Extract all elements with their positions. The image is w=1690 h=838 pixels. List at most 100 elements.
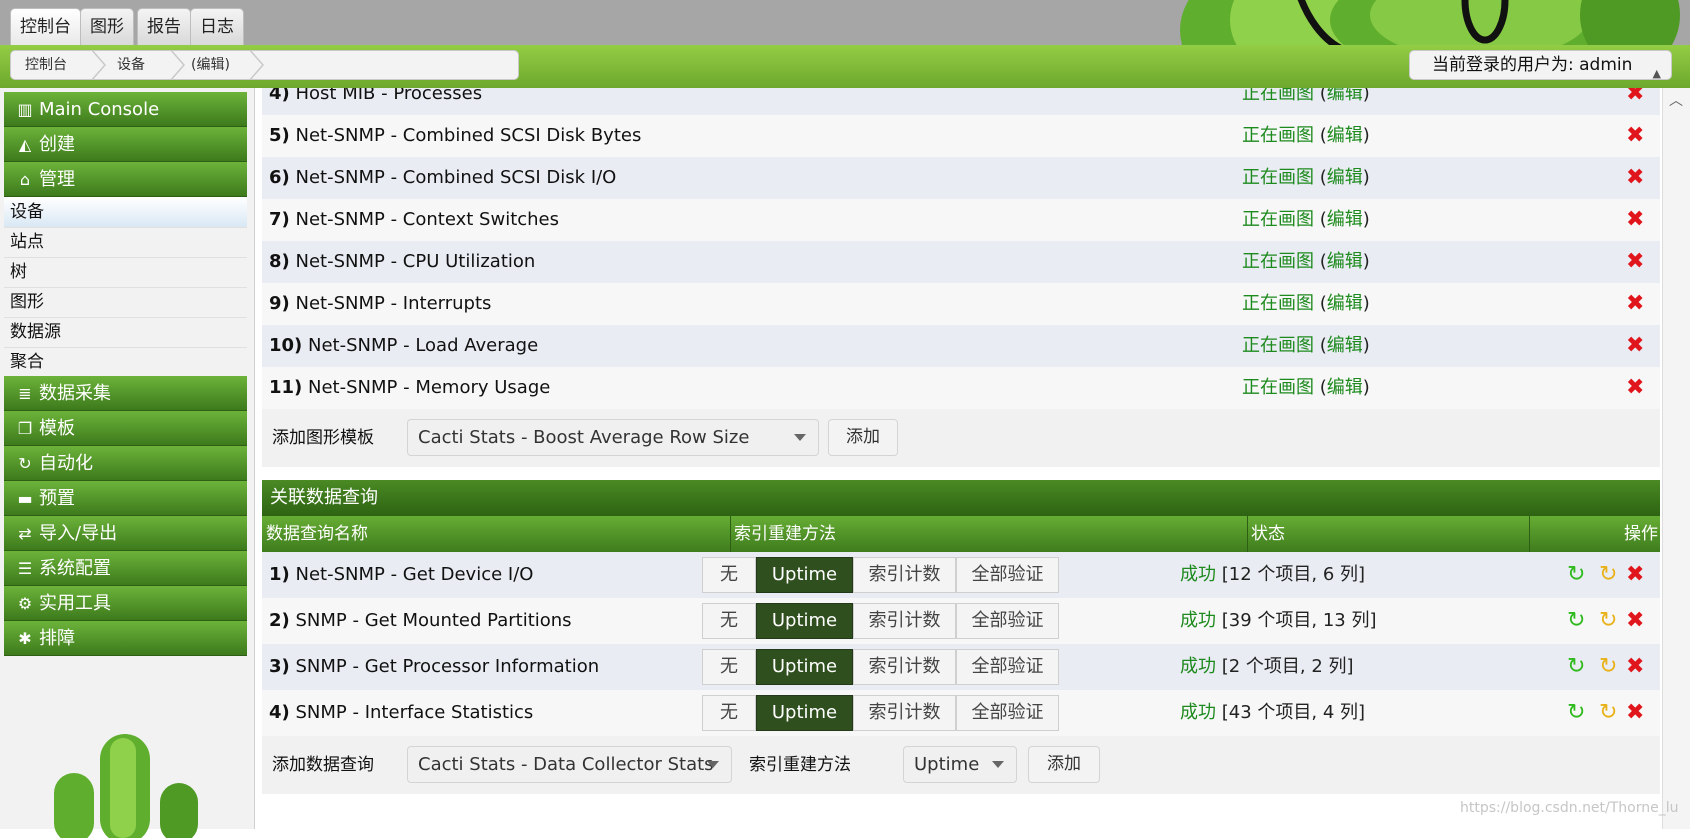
- reindex-uptime-button[interactable]: Uptime: [756, 603, 853, 639]
- edit-link[interactable]: 编辑: [1327, 251, 1363, 272]
- scrollbar[interactable]: ︿: [1662, 88, 1690, 829]
- nav-templates[interactable]: ❐ 模板: [4, 411, 247, 446]
- edit-link[interactable]: 编辑: [1327, 335, 1363, 356]
- graphing-link[interactable]: 正在画图: [1242, 335, 1314, 356]
- nav-label: 管理: [39, 169, 75, 190]
- reindex-uptime-button[interactable]: Uptime: [756, 557, 853, 593]
- sidebar-item-graphs[interactable]: 图形: [4, 287, 247, 318]
- nav-management[interactable]: ⌂ 管理: [4, 162, 247, 197]
- nav-presets[interactable]: ▬ 预置: [4, 481, 247, 516]
- reindex-index-count-button[interactable]: 索引计数: [853, 603, 956, 639]
- row-number: 8): [269, 251, 290, 272]
- add-data-query-button[interactable]: 添加: [1028, 746, 1100, 783]
- graph-template-select[interactable]: Cacti Stats - Boost Average Row Size: [407, 419, 819, 456]
- user-menu[interactable]: 当前登录的用户为: admin ▲: [1409, 50, 1672, 80]
- verbose-reload-icon[interactable]: ↻: [1599, 690, 1617, 736]
- reindex-index-count-button[interactable]: 索引计数: [853, 557, 956, 593]
- reindex-verify-all-button[interactable]: 全部验证: [956, 649, 1059, 685]
- tab-graphs[interactable]: 图形: [80, 8, 134, 45]
- edit-link[interactable]: 编辑: [1327, 209, 1363, 230]
- reindex-none-button[interactable]: 无: [702, 557, 756, 593]
- edit-link[interactable]: 编辑: [1327, 88, 1363, 104]
- verbose-reload-icon[interactable]: ↻: [1599, 644, 1617, 690]
- delete-icon[interactable]: ✖: [1626, 690, 1644, 736]
- data-query-row: 4) SNMP - Interface Statistics 无 Uptime …: [262, 690, 1660, 736]
- reload-icon[interactable]: ↻: [1567, 598, 1585, 644]
- select-value: Cacti Stats - Boost Average Row Size: [418, 427, 750, 448]
- sidebar-item-devices[interactable]: 设备: [4, 197, 247, 228]
- graphing-link[interactable]: 正在画图: [1242, 293, 1314, 314]
- delete-icon[interactable]: ✖: [1626, 598, 1644, 644]
- data-query-select[interactable]: Cacti Stats - Data Collector Stats: [407, 746, 732, 783]
- add-graph-template-button[interactable]: 添加: [828, 419, 898, 456]
- main-content: 4) Host MIB - Processes 正在画图 (编辑) ✖ 5) N…: [262, 88, 1662, 829]
- reindex-verify-all-button[interactable]: 全部验证: [956, 603, 1059, 639]
- caret-up-icon: ▲: [1652, 67, 1661, 80]
- delete-icon[interactable]: ✖: [1626, 367, 1644, 409]
- reload-icon[interactable]: ↻: [1567, 552, 1585, 598]
- reload-icon[interactable]: ↻: [1567, 644, 1585, 690]
- reindex-method-select[interactable]: Uptime: [903, 746, 1017, 783]
- nav-main-console[interactable]: ▥ Main Console: [4, 92, 247, 127]
- delete-icon[interactable]: ✖: [1626, 88, 1644, 115]
- add-data-query-row: 添加数据查询 Cacti Stats - Data Collector Stat…: [262, 736, 1660, 794]
- tab-reports[interactable]: 报告: [137, 8, 191, 45]
- tab-logs[interactable]: 日志: [190, 8, 244, 45]
- graphing-link[interactable]: 正在画图: [1242, 251, 1314, 272]
- delete-icon[interactable]: ✖: [1626, 241, 1644, 283]
- tab-console[interactable]: 控制台: [10, 8, 81, 45]
- breadcrumb-separator-icon: [170, 51, 185, 79]
- edit-link[interactable]: 编辑: [1327, 377, 1363, 398]
- reindex-verify-all-button[interactable]: 全部验证: [956, 695, 1059, 731]
- breadcrumb-console[interactable]: 控制台: [25, 51, 67, 79]
- sliders-icon: ☰: [17, 559, 33, 578]
- nav-label: Main Console: [39, 99, 160, 120]
- nav-data-collection[interactable]: ≣ 数据采集: [4, 376, 247, 411]
- column-query-name: 数据查询名称: [266, 524, 368, 544]
- graphing-link[interactable]: 正在画图: [1242, 209, 1314, 230]
- sidebar-item-trees[interactable]: 树: [4, 257, 247, 288]
- add-graph-template-label: 添加图形模板: [272, 428, 374, 448]
- sidebar-item-data-sources[interactable]: 数据源: [4, 317, 247, 348]
- verbose-reload-icon[interactable]: ↻: [1599, 598, 1617, 644]
- reindex-uptime-button[interactable]: Uptime: [756, 695, 853, 731]
- edit-link[interactable]: 编辑: [1327, 167, 1363, 188]
- sidebar-item-aggregates[interactable]: 聚合: [4, 347, 247, 378]
- nav-utilities[interactable]: ⚙ 实用工具: [4, 586, 247, 621]
- edit-link[interactable]: 编辑: [1327, 293, 1363, 314]
- reindex-verify-all-button[interactable]: 全部验证: [956, 557, 1059, 593]
- delete-icon[interactable]: ✖: [1626, 552, 1644, 598]
- delete-icon[interactable]: ✖: [1626, 157, 1644, 199]
- verbose-reload-icon[interactable]: ↻: [1599, 552, 1617, 598]
- reindex-uptime-button[interactable]: Uptime: [756, 649, 853, 685]
- nav-label: 实用工具: [39, 593, 111, 614]
- nav-import-export[interactable]: ⇄ 导入/导出: [4, 516, 247, 551]
- scroll-up-icon[interactable]: ︿: [1669, 90, 1683, 110]
- delete-icon[interactable]: ✖: [1626, 325, 1644, 367]
- nav-configuration[interactable]: ☰ 系统配置: [4, 551, 247, 586]
- reindex-none-button[interactable]: 无: [702, 695, 756, 731]
- nav-automation[interactable]: ↻ 自动化: [4, 446, 247, 481]
- reindex-none-button[interactable]: 无: [702, 603, 756, 639]
- reload-icon[interactable]: ↻: [1567, 690, 1585, 736]
- breadcrumb-separator-icon: [91, 51, 106, 79]
- reindex-none-button[interactable]: 无: [702, 649, 756, 685]
- graphing-link[interactable]: 正在画图: [1242, 88, 1314, 104]
- nav-troubleshooting[interactable]: ✱ 排障: [4, 621, 247, 656]
- graphing-link[interactable]: 正在画图: [1242, 125, 1314, 146]
- nav-label: 模板: [39, 418, 75, 439]
- edit-link[interactable]: 编辑: [1327, 125, 1363, 146]
- graphing-link[interactable]: 正在画图: [1242, 377, 1314, 398]
- delete-icon[interactable]: ✖: [1626, 115, 1644, 157]
- column-actions: 操作: [1624, 524, 1658, 544]
- sidebar-item-sites[interactable]: 站点: [4, 227, 247, 258]
- nav-create[interactable]: ◭ 创建: [4, 127, 247, 162]
- delete-icon[interactable]: ✖: [1626, 199, 1644, 241]
- breadcrumb-devices[interactable]: 设备: [117, 51, 145, 79]
- graphing-link[interactable]: 正在画图: [1242, 167, 1314, 188]
- reindex-index-count-button[interactable]: 索引计数: [853, 649, 956, 685]
- delete-icon[interactable]: ✖: [1626, 283, 1644, 325]
- graph-template-name: Net-SNMP - CPU Utilization: [295, 251, 536, 272]
- reindex-index-count-button[interactable]: 索引计数: [853, 695, 956, 731]
- delete-icon[interactable]: ✖: [1626, 644, 1644, 690]
